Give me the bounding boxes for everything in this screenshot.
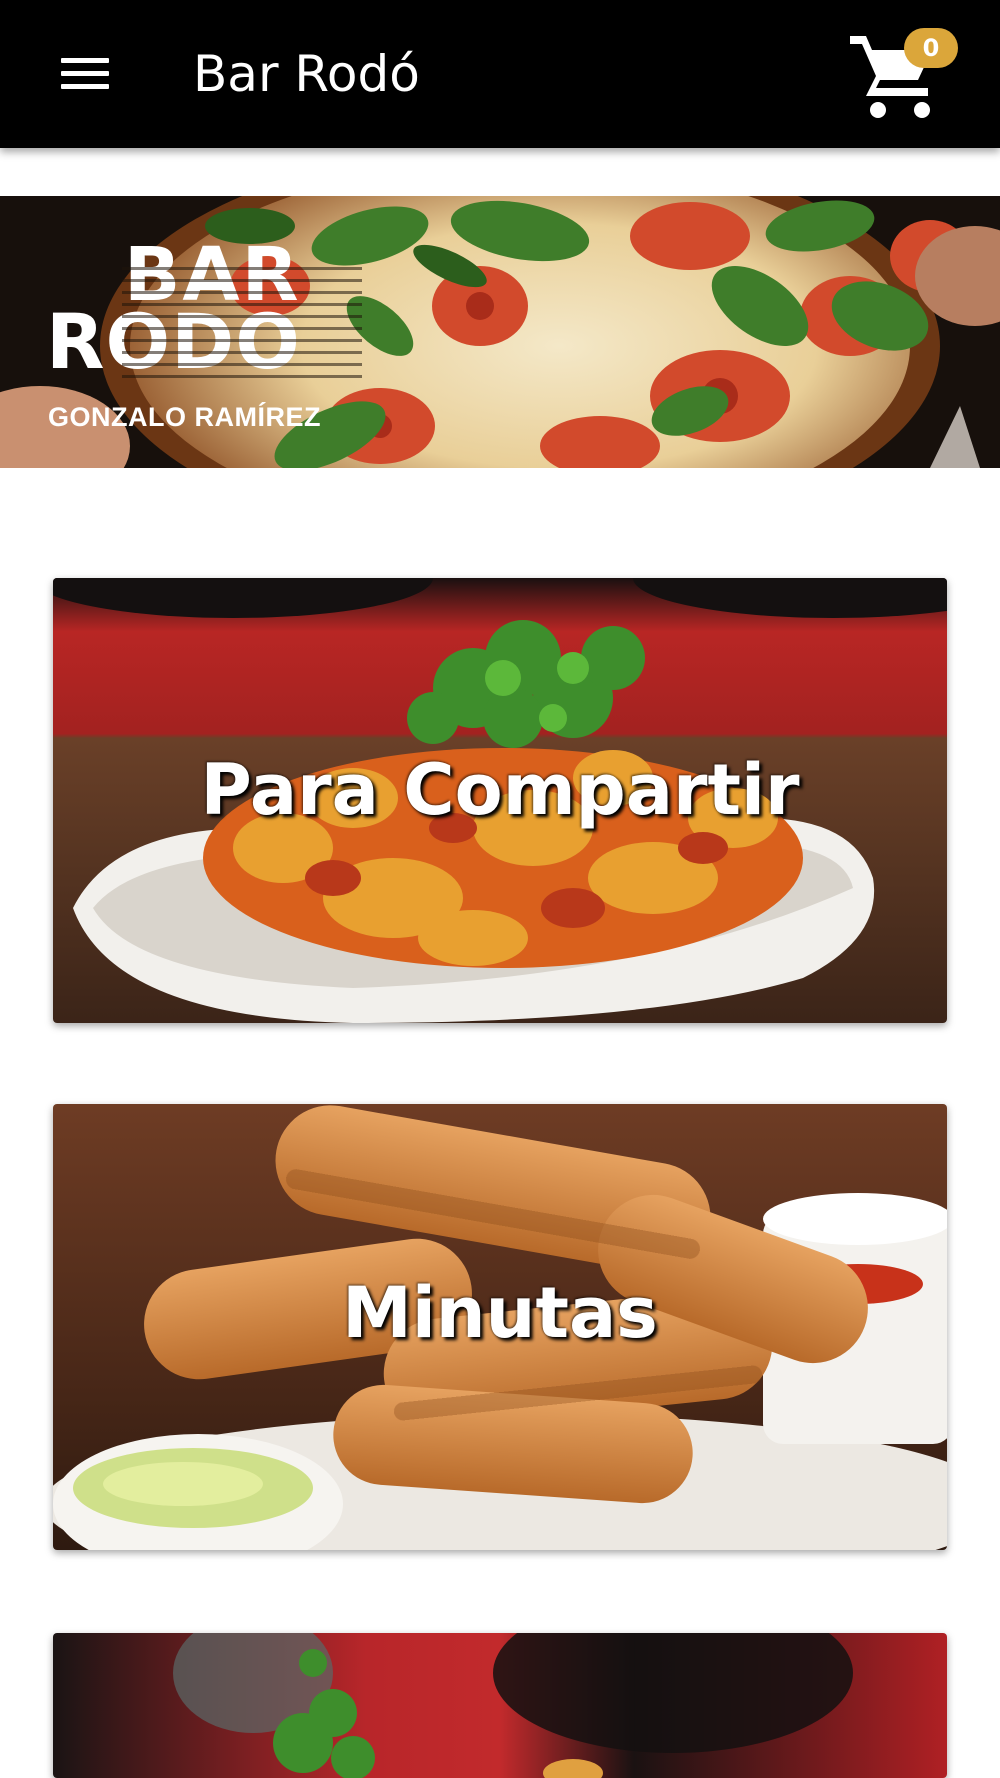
category-card-para-compartir[interactable]: Para Compartir <box>53 578 947 1023</box>
cart-button[interactable]: 0 <box>848 26 966 122</box>
menu-icon[interactable] <box>58 52 112 96</box>
category-card-3[interactable] <box>53 1633 947 1778</box>
logo-subtitle: GONZALO RAMÍREZ <box>48 402 321 432</box>
hero-banner: BAR RODO GONZALO RAMÍREZ <box>0 196 1000 468</box>
bar-rodo-logo: BAR RODO GONZALO RAMÍREZ <box>46 238 362 438</box>
category-card-minutas[interactable]: Minutas <box>53 1104 947 1550</box>
app-bar: Bar Rodó 0 <box>0 0 1000 148</box>
category-title: Minutas <box>342 1272 658 1354</box>
dish-photo <box>53 1633 947 1778</box>
app-title: Bar Rodó <box>193 45 420 103</box>
cart-count-badge: 0 <box>904 28 958 68</box>
category-title: Para Compartir <box>200 749 800 831</box>
logo-line-2: RODO <box>46 297 301 386</box>
